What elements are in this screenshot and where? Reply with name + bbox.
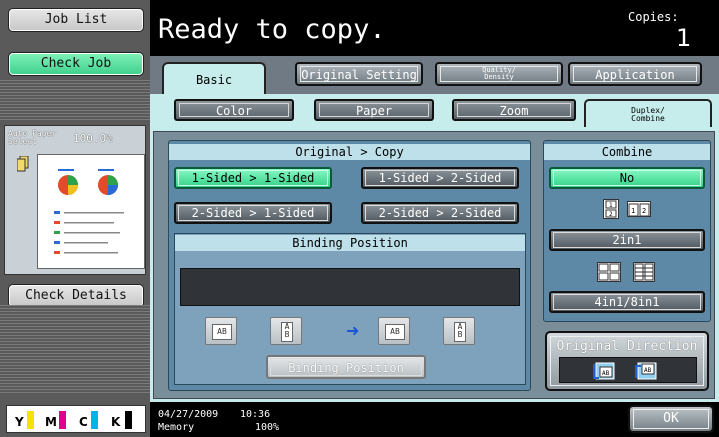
duplex-2-1-label: 2-Sided > 1-Sided [178, 205, 328, 221]
tab-basic[interactable]: Basic [162, 62, 266, 96]
copies-label: Copies: [628, 10, 679, 24]
combine-2in1-label: 2in1 [553, 232, 701, 248]
original-direction-display: AB AB [559, 357, 697, 383]
paper-preview-icon [37, 154, 145, 269]
tab-bar: Basic Original Setting Quality/ Density … [150, 56, 719, 96]
2in1-vertical-icon: 12 [603, 199, 619, 219]
footer-memory-label: Memory [158, 422, 195, 433]
binding-top-icon-1: AB [270, 317, 302, 345]
duplex-2-2-label: 2-Sided > 2-Sided [365, 205, 515, 221]
toner-m-bar [59, 411, 66, 429]
header: Ready to copy. Copies: 1 [150, 0, 719, 56]
4in1-horizontal-icon [597, 262, 621, 282]
toner-c-bar [91, 411, 98, 429]
footer-time: 10:36 [240, 409, 271, 420]
svg-text:1: 1 [609, 202, 613, 209]
subtab-color[interactable]: Color [174, 99, 294, 121]
duplex-title: Original > Copy [169, 144, 530, 160]
copies-count: 1 [676, 24, 692, 52]
duplex-1-2-button[interactable]: 1-Sided > 2-Sided [361, 167, 519, 189]
svg-text:2: 2 [642, 207, 646, 215]
duplex-2-2-button[interactable]: 2-Sided > 2-Sided [361, 202, 519, 224]
duplex-2-1-button[interactable]: 2-Sided > 1-Sided [174, 202, 332, 224]
binding-left-icon-1: AB [205, 317, 237, 345]
duplex-1-2-label: 1-Sided > 2-Sided [365, 170, 515, 186]
zoom-percent: 100.0% [73, 132, 113, 145]
tab-original-setting-label: Original Setting [300, 66, 418, 82]
duplex-1-1-label: 1-Sided > 1-Sided [178, 170, 328, 186]
toner-y-label: Y [15, 415, 24, 429]
left-divider-stripes [0, 80, 150, 120]
toner-levels: Y M C K [6, 405, 146, 433]
subtab-bar: Color Paper Zoom Duplex/ Combine [150, 94, 719, 128]
job-list-label: Job List [44, 12, 108, 27]
combine-2in1-button[interactable]: 2in1 [549, 229, 705, 251]
svg-text:AB: AB [644, 367, 652, 374]
subtab-zoom[interactable]: Zoom [452, 99, 576, 121]
combine-4in1-8in1-button[interactable]: 4in1/8in1 [549, 291, 705, 313]
toner-c-label: C [79, 415, 88, 429]
subtab-paper[interactable]: Paper [314, 99, 434, 121]
original-direction-button[interactable]: Original Direction AB AB [545, 331, 709, 391]
svg-text:2: 2 [609, 211, 613, 218]
binding-position-button[interactable]: Binding Position [266, 355, 426, 379]
combine-no-label: No [553, 170, 701, 186]
duplex-1-1-button[interactable]: 1-Sided > 1-Sided [174, 167, 332, 189]
toner-y-bar [27, 411, 34, 429]
subtab-color-label: Color [179, 103, 289, 118]
2in1-horizontal-icon: 12 [627, 201, 651, 217]
subtab-duplex-combine[interactable]: Duplex/ Combine [584, 99, 712, 127]
combine-no-button[interactable]: No [549, 167, 705, 189]
left-divider-stripes-2 [0, 305, 150, 395]
check-job-label: Check Job [40, 56, 112, 71]
binding-top-icon-2: AB [443, 317, 475, 345]
binding-position-button-label: Binding Position [270, 358, 422, 376]
combine-4in1-8in1-label: 4in1/8in1 [553, 294, 701, 310]
direction-rotate-icon-1: AB [591, 360, 617, 382]
binding-position-title: Binding Position [175, 235, 525, 251]
tab-quality-density[interactable]: Quality/ Density [435, 62, 563, 86]
binding-left-icon-2: AB [378, 317, 410, 345]
check-details-label: Check Details [25, 288, 127, 303]
tab-application[interactable]: Application [568, 62, 702, 86]
8in1-icon [633, 262, 655, 282]
subtab-duplex-combine-label: Duplex/ Combine [631, 106, 665, 123]
svg-text:1: 1 [631, 207, 635, 215]
check-job-button[interactable]: Check Job [8, 52, 144, 76]
tab-application-label: Application [573, 66, 697, 82]
toner-k-bar [125, 411, 132, 429]
direction-rotate-icon-2: AB [633, 360, 659, 382]
auto-paper-select-text: Auto Paper Select [8, 129, 57, 146]
arrow-right-icon: ➜ [346, 321, 360, 340]
ok-button[interactable]: OK [628, 405, 714, 433]
footer-date: 04/27/2009 [158, 409, 219, 420]
copy-preview-panel: Auto Paper Select 100.0% [4, 125, 146, 275]
subtab-zoom-label: Zoom [457, 103, 571, 118]
footer-memory-value: 100% [255, 422, 280, 433]
binding-display [180, 268, 520, 306]
subtab-paper-label: Paper [319, 103, 429, 118]
ok-label: OK [633, 409, 709, 429]
combine-title: Combine [544, 144, 710, 160]
original-doc-icon [16, 155, 29, 172]
original-direction-label: Original Direction [556, 339, 698, 354]
tab-basic-label: Basic [195, 73, 233, 87]
tab-quality-density-label: Quality/ Density [440, 66, 558, 82]
toner-m-label: M [45, 415, 57, 429]
left-panel: Job List Check Job Auto Paper Select 100… [0, 0, 150, 437]
footer: 04/27/2009 10:36 Memory 100% OK [150, 402, 719, 437]
job-list-button[interactable]: Job List [8, 8, 144, 32]
status-message: Ready to copy. [158, 14, 386, 45]
toner-k-label: K [111, 415, 121, 429]
svg-text:AB: AB [602, 370, 610, 377]
tab-original-setting[interactable]: Original Setting [295, 62, 423, 86]
